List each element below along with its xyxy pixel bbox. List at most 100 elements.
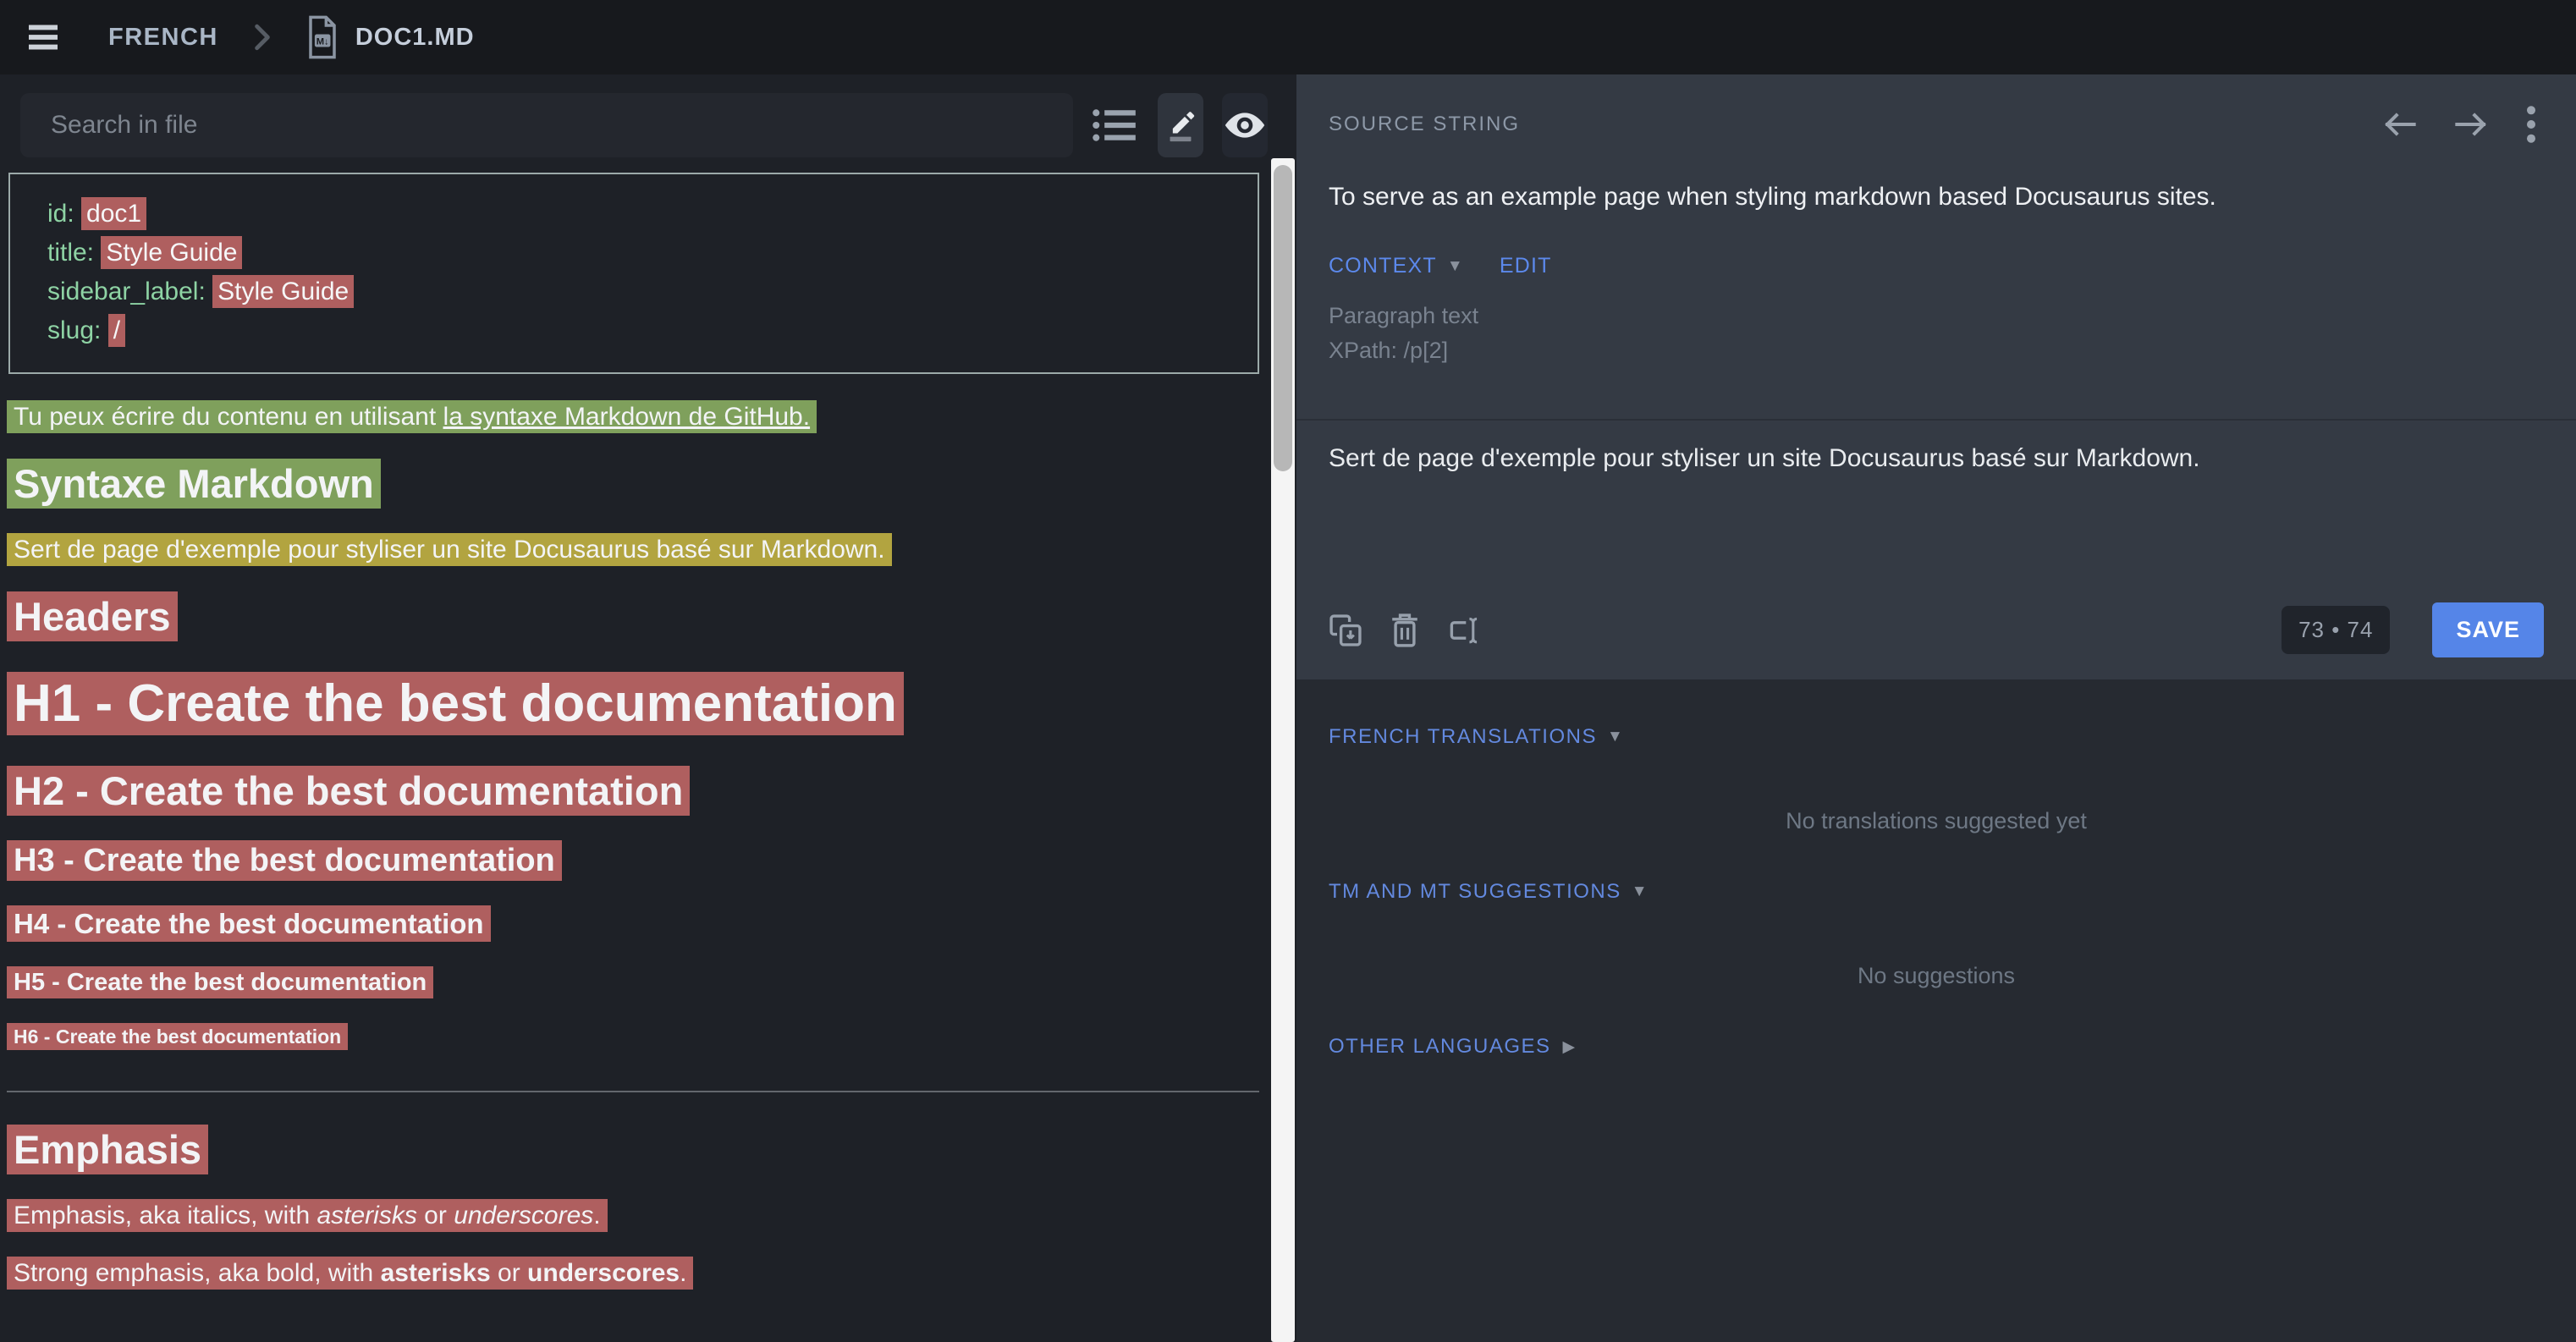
breadcrumb-project[interactable]: FRENCH — [108, 24, 218, 52]
text-run: H1 - Create the best documentation — [14, 674, 897, 733]
doc-string-highlight-red[interactable]: H2 - Create the best documentation — [7, 766, 690, 816]
translation-panel: SOURCE STRING — [1296, 74, 2576, 1342]
section-title-label: TM AND MT SUGGESTIONS — [1329, 880, 1621, 904]
doc-string-highlight-red[interactable]: H6 - Create the best documentation — [7, 1023, 348, 1050]
frontmatter-value-string[interactable]: / — [108, 314, 125, 347]
frontmatter-key: slug: — [47, 316, 108, 344]
markdown-file-icon: M↓ — [305, 14, 340, 60]
context-xpath: XPath: /p[2] — [1329, 333, 2544, 368]
edit-context-link[interactable]: EDIT — [1500, 254, 1552, 278]
previous-string-arrow-icon[interactable] — [2383, 110, 2417, 139]
text-run: Headers — [14, 594, 171, 639]
eye-icon — [1224, 111, 1266, 140]
section-title-label: OTHER LANGUAGES — [1329, 1035, 1551, 1059]
section-tm-mt-suggestions[interactable]: TM AND MT SUGGESTIONS ▼ — [1329, 880, 2544, 904]
doc-string-highlight-green[interactable]: Syntaxe Markdown — [7, 459, 381, 509]
frontmatter-value-string[interactable]: Style Guide — [212, 275, 354, 308]
preview-button[interactable] — [1222, 93, 1268, 157]
top-bar: FRENCH M↓ DOC1.MD — [0, 0, 2576, 74]
search-input[interactable] — [20, 93, 1073, 157]
doc-string-highlight-red[interactable]: Emphasis, aka italics, with asterisks or… — [7, 1199, 608, 1232]
translations-empty-state: No translations suggested yet — [1329, 808, 2544, 834]
text-run: H3 - Create the best documentation — [14, 843, 555, 878]
doc-string-highlight-red[interactable]: H1 - Create the best documentation — [7, 672, 904, 735]
text-run: or — [417, 1202, 454, 1229]
next-string-arrow-icon[interactable] — [2454, 110, 2488, 139]
edit-mode-button[interactable] — [1158, 93, 1203, 157]
scrollbar-thumb[interactable] — [1274, 165, 1292, 471]
translation-toolbar: 73 • 74 SAVE — [1329, 602, 2544, 679]
translation-input[interactable]: Sert de page d'exemple pour styliser un … — [1329, 421, 2544, 602]
doc-string-highlight-green[interactable]: Tu peux écrire du contenu en utilisant l… — [7, 400, 817, 433]
document-view: id: doc1title: Style Guidesidebar_label:… — [0, 159, 1296, 1288]
doc-string: Headers — [7, 593, 1259, 640]
section-other-languages[interactable]: OTHER LANGUAGES ▶ — [1329, 1035, 2544, 1059]
chevron-right-icon — [254, 24, 271, 51]
pencil-icon — [1162, 107, 1199, 144]
text-run: Emphasis — [14, 1127, 201, 1172]
doc-string-highlight-red[interactable]: H3 - Create the best documentation — [7, 840, 562, 881]
source-string-title: SOURCE STRING — [1329, 113, 1520, 136]
character-counter: 73 • 74 — [2282, 606, 2390, 654]
doc-string: H4 - Create the best documentation — [7, 908, 1259, 940]
strings-list-icon[interactable] — [1092, 93, 1139, 157]
horizontal-rule — [7, 1091, 1259, 1092]
context-type: Paragraph text — [1329, 299, 2544, 333]
triangle-down-icon: ▼ — [1447, 257, 1464, 276]
frontmatter-value-string[interactable]: Style Guide — [101, 236, 242, 269]
suggestion-sections: FRENCH TRANSLATIONS ▼ No translations su… — [1296, 679, 2576, 1059]
doc-string: Tu peux écrire du contenu en utilisant l… — [7, 403, 1259, 432]
text-run: or — [491, 1259, 527, 1287]
frontmatter-line: slug: / — [47, 311, 1241, 350]
source-string-text: To serve as an example page when styling… — [1329, 183, 2544, 212]
frontmatter-key: id: — [47, 200, 81, 228]
text-run: . — [593, 1202, 600, 1229]
doc-string-highlight-red[interactable]: Headers — [7, 591, 178, 641]
text-run: underscores — [527, 1259, 680, 1287]
text-run: H5 - Create the best documentation — [14, 969, 427, 996]
text-run: H4 - Create the best documentation — [14, 908, 484, 939]
text-select-icon[interactable] — [1447, 613, 1481, 647]
doc-string: Syntaxe Markdown — [7, 460, 1259, 507]
frontmatter-line: title: Style Guide — [47, 234, 1241, 272]
doc-string-highlight-red[interactable]: Emphasis — [7, 1125, 208, 1174]
frontmatter-key: title: — [47, 239, 101, 267]
save-button[interactable]: SAVE — [2432, 602, 2544, 657]
text-run: Syntaxe Markdown — [14, 461, 374, 506]
triangle-right-icon: ▶ — [1563, 1037, 1577, 1057]
doc-string-highlight-red[interactable]: H4 - Create the best documentation — [7, 905, 491, 942]
triangle-down-icon: ▼ — [1632, 883, 1649, 901]
triangle-down-icon: ▼ — [1607, 728, 1624, 746]
text-run: la syntaxe Markdown de GitHub. — [443, 403, 811, 431]
vertical-scrollbar[interactable] — [1271, 158, 1295, 1342]
section-title-label: FRENCH TRANSLATIONS — [1329, 725, 1597, 749]
text-run: Strong emphasis, aka bold, with — [14, 1259, 381, 1287]
doc-string: H5 - Create the best documentation — [7, 969, 1259, 997]
doc-string-highlight-red[interactable]: H5 - Create the best documentation — [7, 966, 433, 998]
doc-string: H6 - Create the best documentation — [7, 1026, 1259, 1048]
copy-source-icon[interactable] — [1329, 613, 1362, 647]
context-toggle[interactable]: CONTEXT — [1329, 254, 1437, 278]
kebab-menu-icon[interactable] — [2525, 105, 2537, 144]
doc-string: H1 - Create the best documentation — [7, 674, 1259, 734]
suggestions-empty-state: No suggestions — [1329, 963, 2544, 989]
search-row — [0, 74, 1296, 159]
breadcrumb-file[interactable]: DOC1.MD — [355, 24, 475, 52]
text-run: Sert de page d'exemple pour styliser un … — [14, 536, 885, 564]
doc-string-highlight-red[interactable]: Strong emphasis, aka bold, with asterisk… — [7, 1257, 693, 1290]
doc-string: Emphasis, aka italics, with asterisks or… — [7, 1202, 1259, 1230]
frontmatter-value-string[interactable]: doc1 — [81, 197, 146, 230]
doc-string: H2 - Create the best documentation — [7, 767, 1259, 814]
doc-string: Sert de page d'exemple pour styliser un … — [7, 536, 1259, 564]
frontmatter-key: sidebar_label: — [47, 278, 212, 305]
hamburger-menu-icon[interactable] — [25, 22, 64, 52]
doc-string-highlight-yellow[interactable]: Sert de page d'exemple pour styliser un … — [7, 533, 892, 566]
delete-translation-icon[interactable] — [1390, 613, 1420, 648]
text-run: underscores — [454, 1202, 593, 1229]
doc-string: H3 - Create the best documentation — [7, 843, 1259, 879]
frontmatter-block: id: doc1title: Style Guidesidebar_label:… — [8, 173, 1259, 374]
frontmatter-line: sidebar_label: Style Guide — [47, 272, 1241, 311]
doc-string: Strong emphasis, aka bold, with asterisk… — [7, 1259, 1259, 1288]
section-french-translations[interactable]: FRENCH TRANSLATIONS ▼ — [1329, 725, 2544, 749]
frontmatter-line: id: doc1 — [47, 195, 1241, 234]
